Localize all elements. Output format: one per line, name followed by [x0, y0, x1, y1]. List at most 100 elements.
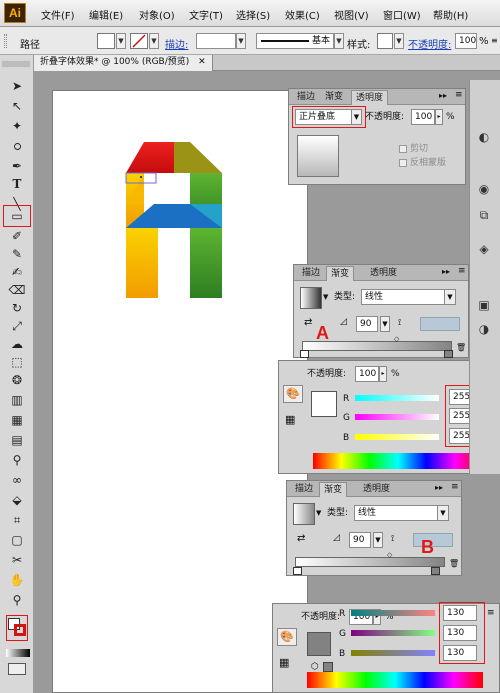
menu-type[interactable]: 文字(T) [189, 7, 223, 22]
color-mode-icon[interactable] [6, 649, 30, 657]
panel-collapse-icon[interactable]: ▸▸ [439, 91, 447, 100]
dock-transparency-icon[interactable]: ◑ [474, 320, 494, 338]
channel-r-input[interactable]: 130 [443, 605, 477, 621]
midpoint-diamond-icon[interactable]: ◇ [387, 551, 392, 559]
color-b-swatch[interactable] [307, 632, 331, 656]
reverse-gradient-icon[interactable]: ⇄ [304, 317, 312, 328]
column-graph-tool-icon[interactable]: ▥ [8, 391, 26, 409]
dock-gradient-icon[interactable]: ▣ [474, 296, 494, 314]
eraser-tool-icon[interactable]: ⌫ [8, 281, 26, 299]
tab-transparency[interactable]: 透明度 [359, 482, 394, 497]
channel-b-slider[interactable] [355, 434, 439, 440]
dock-symbols-icon[interactable]: ⧉ [474, 206, 494, 224]
folded-letter-a-artwork[interactable] [124, 140, 224, 302]
panel-menu-icon[interactable]: ≡ [451, 482, 459, 492]
panel-opacity-dropdown-icon[interactable]: ▸ [435, 109, 443, 125]
tab-gradient[interactable]: 渐变 [321, 90, 347, 105]
rectangle-tool-icon[interactable]: ▭ [8, 207, 26, 225]
selection-tool-icon[interactable]: ➤ [8, 77, 26, 95]
tab-transparency[interactable]: 透明度 [366, 266, 401, 281]
gradient-angle-input[interactable]: 90 [349, 532, 371, 548]
type-tool-icon[interactable]: T [8, 175, 26, 193]
stroke-swatch[interactable] [130, 33, 148, 49]
gradient-type-dropdown-icon[interactable]: ▼ [437, 505, 449, 521]
free-transform-tool-icon[interactable]: ⬚ [8, 353, 26, 371]
magic-wand-tool-icon[interactable]: ✦ [8, 117, 26, 135]
angle-dropdown-icon[interactable]: ▼ [380, 316, 390, 332]
color-a-opacity-dropdown-icon[interactable]: ▸ [379, 366, 387, 382]
screen-mode-icon[interactable] [8, 663, 26, 675]
menu-edit[interactable]: 编辑(E) [89, 7, 123, 22]
gradient-stop-left[interactable] [300, 350, 309, 358]
panel-collapse-icon[interactable]: ▸▸ [435, 483, 443, 492]
web-safe-swatch[interactable] [323, 662, 333, 672]
gradient-angle-input[interactable]: 90 [356, 316, 378, 332]
eyedropper-tool-icon[interactable]: ⚲ [8, 451, 26, 469]
rotate-tool-icon[interactable]: ↻ [8, 299, 26, 317]
style-swatch[interactable] [377, 33, 393, 49]
gradient-swatch[interactable] [293, 503, 315, 525]
palette-icon[interactable]: 🎨 [283, 385, 303, 403]
channel-g-input[interactable]: 130 [443, 625, 477, 641]
tab-gradient[interactable]: 渐变 [326, 266, 355, 281]
scissors-tool-icon[interactable]: ✂ [8, 551, 26, 569]
color-a-swatch[interactable] [311, 391, 337, 417]
scale-tool-icon[interactable]: ⤢ [8, 317, 26, 335]
blend-tool-icon[interactable]: ∞ [8, 471, 26, 489]
tab-stroke[interactable]: 描边 [293, 90, 319, 105]
fill-swatch[interactable] [97, 33, 115, 49]
channel-r-slider[interactable] [351, 610, 435, 616]
blob-brush-tool-icon[interactable]: ✍ [8, 263, 26, 281]
channel-g-slider[interactable] [355, 414, 439, 420]
stroke-profile-dropdown-icon[interactable]: ▼ [334, 33, 344, 49]
live-paint-tool-icon[interactable]: ⬙ [8, 491, 26, 509]
stroke-weight-input[interactable] [196, 33, 236, 49]
gradient-swatch-dropdown-icon[interactable]: ▼ [316, 509, 321, 517]
mesh-tool-icon[interactable]: ▦ [8, 411, 26, 429]
document-tab[interactable]: 折叠字体效果* @ 100% (RGB/预览) ✕ [34, 55, 213, 71]
menu-help[interactable]: 帮助(H) [433, 7, 468, 22]
stroke-color-icon[interactable] [14, 624, 26, 636]
blend-mode-select[interactable]: 正片叠底 [295, 109, 353, 125]
channel-b-input[interactable]: 130 [443, 645, 477, 661]
fill-dropdown-icon[interactable]: ▼ [116, 33, 126, 49]
style-dropdown-icon[interactable]: ▼ [394, 33, 404, 49]
out-of-gamut-cube-icon[interactable]: ⬡ [311, 662, 319, 672]
artboard-tool-icon[interactable]: ▢ [8, 531, 26, 549]
slice-tool-icon[interactable]: ⌗ [8, 511, 26, 529]
gradient-stop-left[interactable] [293, 567, 302, 575]
gradient-stop-right[interactable] [444, 350, 453, 358]
delete-stop-icon[interactable]: 🗑 [456, 343, 466, 352]
menu-window[interactable]: 窗口(W) [383, 7, 421, 22]
paintbrush-tool-icon[interactable]: ✐ [8, 227, 26, 245]
stroke-dropdown-icon[interactable]: ▼ [149, 33, 159, 49]
delete-stop-icon[interactable]: 🗑 [449, 559, 459, 568]
tab-stroke[interactable]: 描边 [298, 266, 324, 281]
menu-file[interactable]: 文件(F) [41, 7, 75, 22]
clip-checkbox[interactable] [399, 145, 407, 153]
reverse-gradient-icon[interactable]: ⇄ [297, 533, 305, 544]
pen-tool-icon[interactable]: ✒ [8, 157, 26, 175]
angle-dropdown-icon[interactable]: ▼ [373, 532, 383, 548]
channel-g-slider[interactable] [351, 630, 435, 636]
menu-object[interactable]: 对象(O) [139, 7, 175, 22]
palette-icon[interactable]: 🎨 [277, 628, 297, 646]
close-icon[interactable]: ✕ [198, 57, 206, 67]
menu-select[interactable]: 选择(S) [236, 7, 270, 22]
gradient-swatch[interactable] [300, 287, 322, 309]
warp-tool-icon[interactable]: ☁ [8, 335, 26, 353]
channel-r-slider[interactable] [355, 395, 439, 401]
object-thumbnail[interactable] [297, 135, 339, 177]
gradient-stop-right[interactable] [431, 567, 440, 575]
opacity-input[interactable]: 100 [455, 33, 477, 49]
panel-menu-icon[interactable]: ≡ [458, 266, 466, 276]
aspect-ratio-input[interactable] [420, 317, 460, 331]
direct-selection-tool-icon[interactable]: ↖ [8, 97, 26, 115]
channel-b-slider[interactable] [351, 650, 435, 656]
gradient-tool-icon[interactable]: ▤ [8, 431, 26, 449]
invert-mask-checkbox[interactable] [399, 159, 407, 167]
dock-color-icon[interactable]: ◐ [474, 128, 494, 146]
lasso-tool-icon[interactable]: ഠ [8, 137, 26, 155]
opacity-link[interactable]: 不透明度: [408, 36, 451, 51]
color-grid-icon[interactable]: ▦ [285, 413, 295, 426]
